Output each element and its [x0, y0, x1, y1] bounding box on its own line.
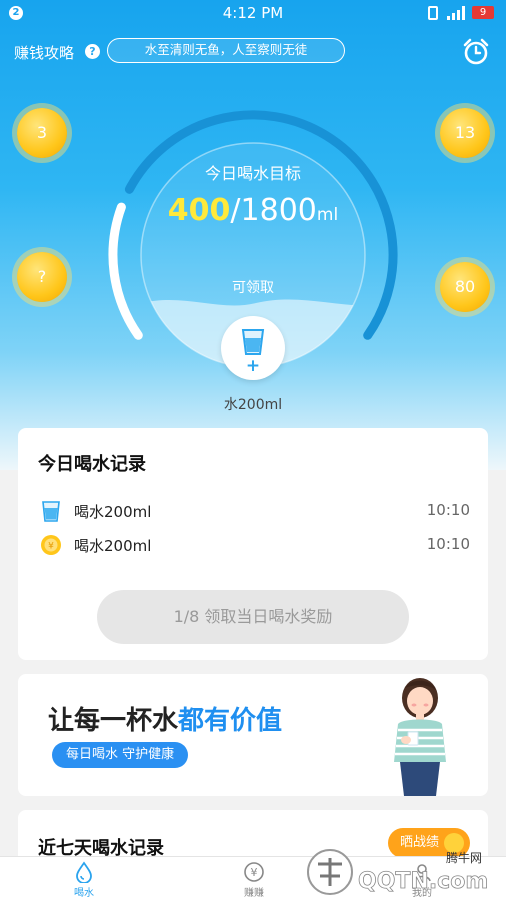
record-label: 喝水200ml	[74, 503, 152, 521]
coin-bubble-top-left[interactable]: 3	[17, 108, 67, 158]
svg-text:¥: ¥	[251, 866, 258, 879]
battery-icon: 9	[472, 6, 494, 19]
value-banner-card[interactable]: 让每一杯水都有价值 每日喝水 守护健康	[18, 674, 488, 796]
claimable-label: 可领取	[232, 280, 274, 296]
nav-tab-drink[interactable]: 喝水	[54, 859, 114, 900]
plus-icon: +	[245, 356, 261, 376]
motto-banner: 水至清则无鱼，人至察则无徒	[107, 38, 345, 63]
nav-tab-earn[interactable]: ¥ 赚赚	[224, 859, 284, 900]
watermark-site-cn: 腾牛网	[446, 850, 482, 865]
today-records-card: 今日喝水记录 喝水200ml 10:10 ¥ 喝水200ml 10:10 1/8…	[18, 428, 488, 660]
earning-guide-link[interactable]: 赚钱攻略	[14, 42, 74, 63]
goal-current: 400	[167, 193, 231, 228]
banner-title-part1: 让每一杯水	[48, 706, 179, 736]
goal-target: /1800	[230, 193, 317, 228]
record-label: 喝水200ml	[74, 537, 152, 555]
records-title: 今日喝水记录	[38, 454, 146, 475]
water-drop-icon	[76, 861, 92, 883]
coin-icon: ¥	[41, 535, 61, 555]
record-time: 10:10	[426, 501, 470, 519]
list-item: 喝水200ml 10:10	[38, 498, 470, 524]
banner-title-highlight: 都有价值	[178, 706, 283, 736]
goal-unit: ml	[316, 205, 339, 225]
nav-label: 赚赚	[244, 888, 264, 899]
help-icon[interactable]: ?	[85, 44, 100, 59]
site-watermark: 腾牛网 QQTN.com	[307, 849, 489, 895]
alarm-clock-icon[interactable]	[462, 38, 490, 66]
nav-label: 喝水	[74, 888, 94, 899]
list-item: ¥ 喝水200ml 10:10	[38, 532, 470, 558]
yuan-coin-icon: ¥	[244, 862, 264, 882]
claim-reward-button[interactable]: 1/8 领取当日喝水奖励	[97, 590, 409, 644]
banner-tag: 每日喝水 守护健康	[52, 742, 189, 768]
goal-value: 400/1800ml	[0, 193, 506, 228]
water-cup-icon	[241, 329, 265, 355]
status-bar: 2 4:12 PM 9	[0, 0, 506, 26]
water-cup-icon	[42, 501, 60, 522]
banner-title: 让每一杯水都有价值	[48, 700, 282, 737]
drink-water-button[interactable]: +	[221, 316, 285, 380]
coin-bubble-top-right[interactable]: 13	[440, 108, 490, 158]
goal-title: 今日喝水目标	[204, 164, 301, 183]
signal-icon	[447, 6, 467, 20]
svg-text:¥: ¥	[48, 542, 54, 552]
woman-drinking-illustration	[394, 678, 446, 796]
record-time: 10:10	[426, 535, 470, 553]
watermark-site: QQTN.com	[358, 869, 488, 894]
vibrate-icon	[428, 6, 438, 20]
drink-amount-label: 水200ml	[223, 397, 283, 413]
